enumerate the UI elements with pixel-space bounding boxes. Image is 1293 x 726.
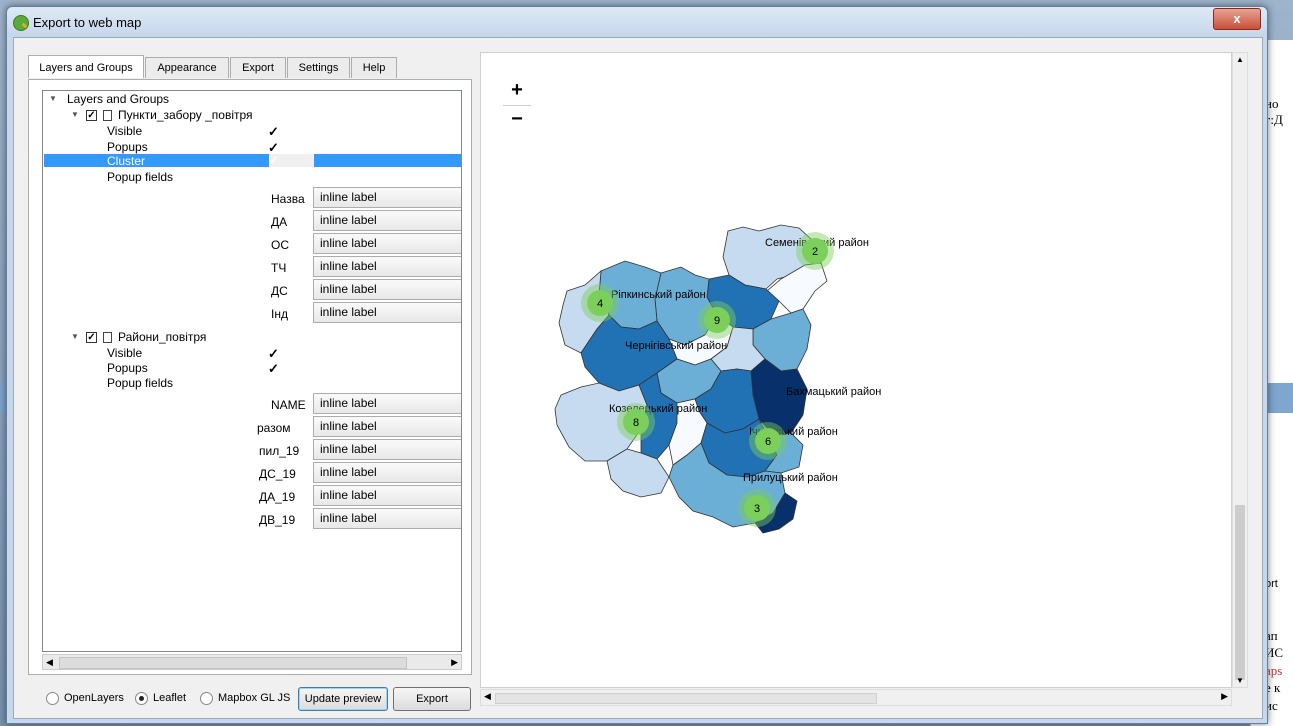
label-bakhmatskyi: Бахмацький район <box>786 386 881 398</box>
scroll-left-icon[interactable]: ◀ <box>46 655 53 669</box>
tree-horizontal-scrollbar[interactable]: ◀ ▶ <box>42 654 462 670</box>
background-text: ort <box>1265 578 1278 590</box>
popup-field-select[interactable]: inline label <box>313 279 461 300</box>
background-text: ап <box>1265 628 1278 643</box>
popup-field-select[interactable]: inline label <box>313 393 461 414</box>
popups-check-icon[interactable]: ✓ <box>268 362 279 375</box>
cluster-check-icon[interactable]: ✓ <box>268 154 279 167</box>
field-name: ДС <box>271 284 288 298</box>
qgis-icon <box>13 15 29 31</box>
popup-field-select[interactable]: inline label <box>313 210 461 231</box>
map-preview[interactable]: Семенівський район Ріпкинський район Чер… <box>480 52 1232 688</box>
field-name: ДА <box>271 215 288 229</box>
update-preview-button[interactable]: Update preview <box>298 687 388 711</box>
layer2-name: Райони_повітря <box>118 330 207 344</box>
field-name: Назва <box>271 192 305 206</box>
mapbox-radio[interactable] <box>200 692 213 705</box>
background-text: aps <box>1265 663 1283 678</box>
popup-field-select[interactable]: inline label <box>313 485 461 506</box>
label-prylutskyi: Прилуцький район <box>743 472 838 484</box>
field-name: ДС_19 <box>259 467 296 481</box>
close-button[interactable]: x <box>1213 8 1261 30</box>
background-text: ИС <box>1265 645 1284 660</box>
tree-root-label: Layers and Groups <box>67 92 170 106</box>
scrollbar-thumb[interactable] <box>59 657 407 669</box>
background-text: е к <box>1265 680 1281 695</box>
visible-label: Visible <box>107 346 143 360</box>
scrollbar-thumb[interactable] <box>1235 505 1245 680</box>
collapse-arrow-icon[interactable]: ▼ <box>71 110 79 119</box>
popup-field-select[interactable]: inline label <box>313 187 461 208</box>
popup-field-select[interactable]: inline label <box>313 462 461 483</box>
popup-field-select[interactable]: inline label <box>313 302 461 323</box>
scroll-right-icon[interactable]: ▶ <box>451 655 458 669</box>
collapse-arrow-icon[interactable]: ▼ <box>71 332 79 341</box>
cluster-count: 2 <box>812 246 818 258</box>
popups-label: Popups <box>107 140 148 154</box>
layer2-checkbox[interactable]: ✓ <box>86 332 97 343</box>
zoom-out-button[interactable]: − <box>503 106 531 134</box>
visible-label: Visible <box>107 124 143 138</box>
layer1-name: Пункти_забору _повітря <box>118 108 253 122</box>
popup-fields-label: Popup fields <box>107 170 174 184</box>
map-canvas[interactable]: Семенівський район Ріпкинський район Чер… <box>481 53 1232 688</box>
map-horizontal-scrollbar[interactable]: ◀ ▶ <box>480 689 1232 706</box>
layer1-checkbox[interactable]: ✓ <box>86 110 97 121</box>
openlayers-radio[interactable] <box>46 692 59 705</box>
popup-field-select[interactable]: inline label <box>313 508 461 529</box>
zoom-in-button[interactable]: + <box>503 77 531 106</box>
export-button[interactable]: Export <box>393 687 471 711</box>
popup-fields-label: Popup fields <box>107 376 174 390</box>
map-vertical-scrollbar[interactable]: ▲ ▼ <box>1232 52 1248 688</box>
layers-tree[interactable]: ▼ Layers and Groups ▼ ✓ Пункти_забору _п… <box>42 90 462 652</box>
label-chernihivskyi: Чернігівський район <box>625 340 727 352</box>
mapbox-label[interactable]: Mapbox GL JS <box>218 692 290 704</box>
cluster-count: 3 <box>754 503 760 515</box>
field-name: ДВ_19 <box>259 513 296 527</box>
cluster-count: 6 <box>765 436 771 448</box>
background-text: г:Д <box>1265 112 1283 127</box>
visible-check-icon[interactable]: ✓ <box>268 347 279 360</box>
tab-export[interactable]: Export <box>230 57 286 78</box>
scroll-up-icon[interactable]: ▲ <box>1236 55 1244 64</box>
popup-field-select[interactable]: inline label <box>313 256 461 277</box>
tab-appearance[interactable]: Appearance <box>145 57 229 78</box>
leaflet-radio[interactable] <box>135 692 148 705</box>
background-text: но <box>1265 96 1279 111</box>
field-name: пил_19 <box>259 444 300 458</box>
field-name: разом <box>257 421 291 435</box>
field-name: ДА_19 <box>259 490 296 504</box>
cluster-count: 4 <box>597 298 603 310</box>
field-name: ОС <box>271 238 289 252</box>
district-polygons <box>554 224 828 534</box>
popup-field-select[interactable]: inline label <box>313 233 461 254</box>
openlayers-label[interactable]: OpenLayers <box>64 692 124 704</box>
cluster-label[interactable]: Cluster <box>107 155 145 168</box>
tab-settings[interactable]: Settings <box>287 57 350 78</box>
field-name: NAME <box>271 398 306 412</box>
tab-help[interactable]: Help <box>351 57 397 78</box>
scroll-left-icon[interactable]: ◀ <box>484 691 491 702</box>
visible-check-icon[interactable]: ✓ <box>268 125 279 138</box>
popups-check-icon[interactable]: ✓ <box>268 141 279 154</box>
field-name: Інд <box>271 307 288 321</box>
leaflet-label[interactable]: Leaflet <box>153 692 186 704</box>
scrollbar-thumb[interactable] <box>495 693 877 704</box>
popup-field-select[interactable]: inline label <box>313 439 461 460</box>
field-name: ТЧ <box>271 261 287 275</box>
title-bar[interactable]: Export to web map x <box>7 7 1267 37</box>
vector-layer-icon <box>103 110 112 121</box>
vector-layer-icon <box>103 332 112 343</box>
scroll-down-icon[interactable]: ▼ <box>1236 676 1244 685</box>
scroll-right-icon[interactable]: ▶ <box>1221 691 1228 702</box>
popups-label: Popups <box>107 361 148 375</box>
popup-field-select[interactable]: inline label <box>313 416 461 437</box>
label-ripkynskyi: Ріпкинський район <box>611 289 706 301</box>
cluster-count: 9 <box>714 315 720 327</box>
background-text: ис <box>1265 698 1278 713</box>
tab-layers-and-groups[interactable]: Layers and Groups <box>28 55 144 78</box>
window-title: Export to web map <box>33 15 142 30</box>
collapse-arrow-icon[interactable]: ▼ <box>49 94 57 103</box>
cluster-count: 8 <box>633 417 639 429</box>
